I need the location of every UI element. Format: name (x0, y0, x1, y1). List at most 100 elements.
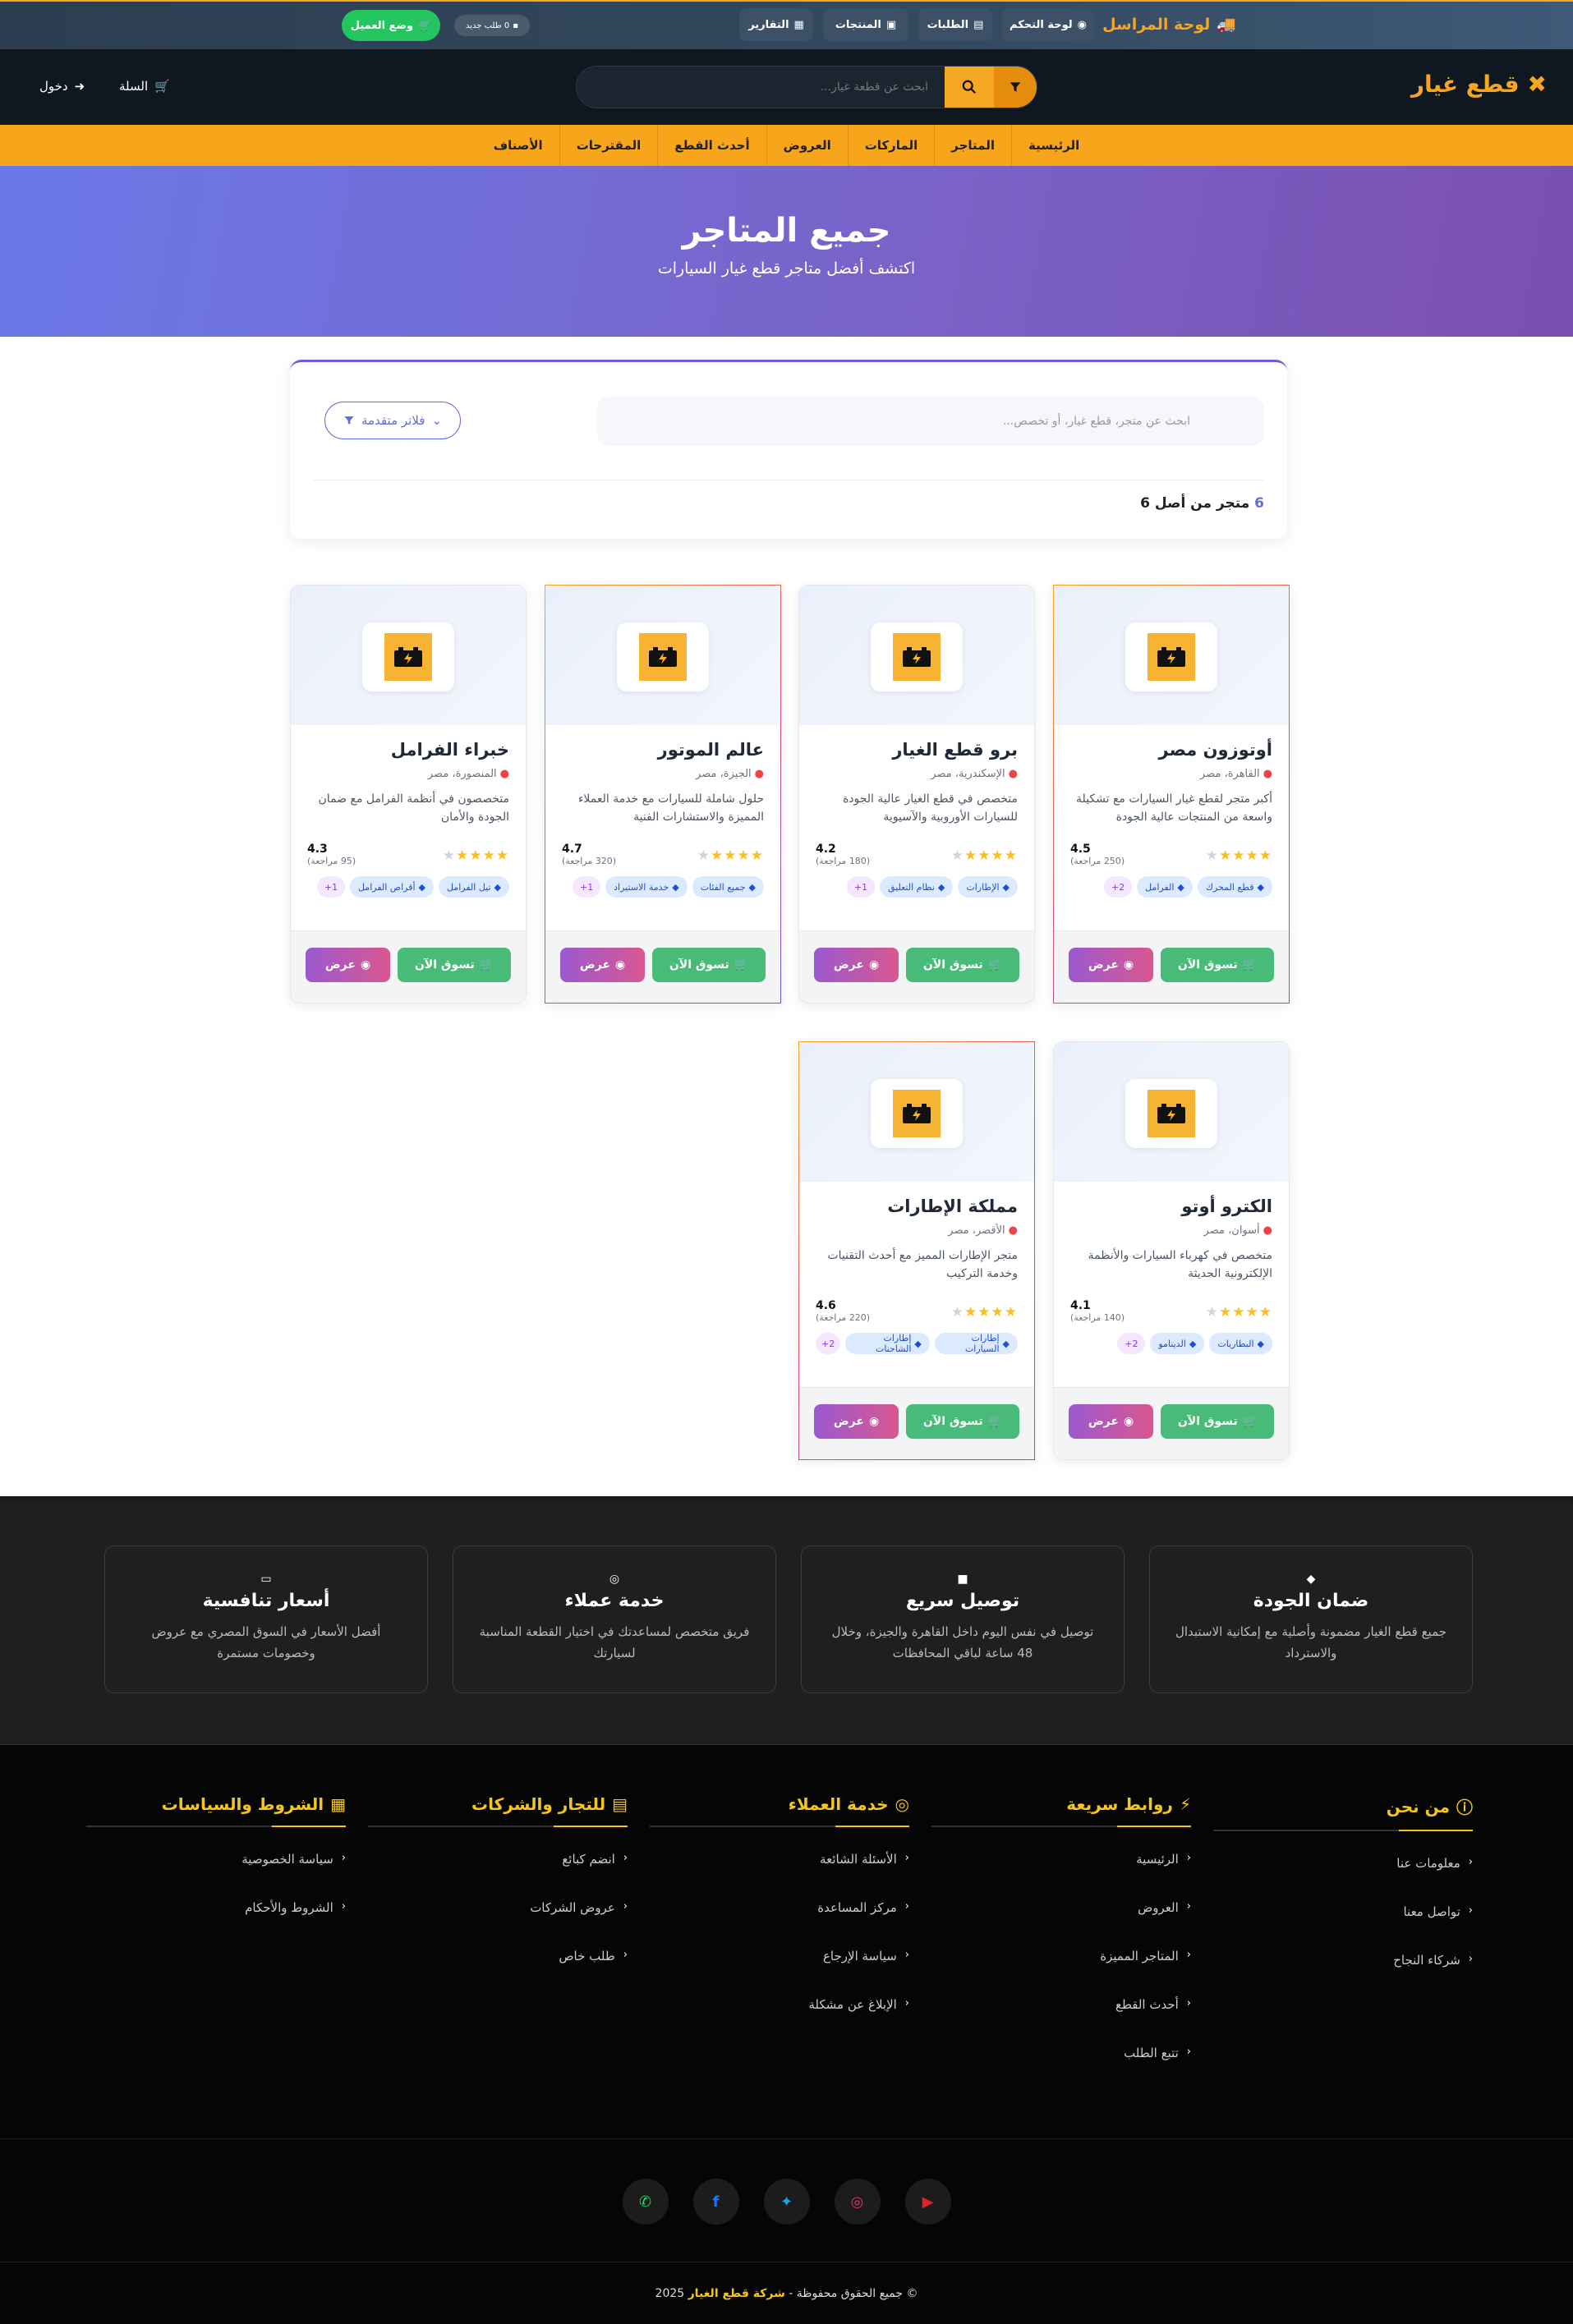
footer-link[interactable]: ‹ مركز المساعدة (650, 1900, 909, 1949)
view-store-button[interactable]: ◉ عرض (1069, 948, 1153, 982)
nav-latest-parts[interactable]: أحدث القطع (657, 125, 766, 166)
shop-now-button[interactable]: 🛒 تسوق الآن (906, 1404, 1019, 1439)
footer-link[interactable]: ‹ سياسة الإرجاع (650, 1949, 909, 1997)
tag-badge[interactable]: ◆ الدينامو (1150, 1333, 1205, 1354)
tag-badge[interactable]: ◆ خدمة الاستيراد (605, 876, 688, 898)
tag-badge[interactable]: ◆ أقراص الفرامل (349, 876, 434, 898)
star-rating: ★★★★★ (951, 847, 1018, 864)
facebook-icon[interactable]: f (692, 2179, 739, 2225)
more-tags-badge[interactable]: 2+ (1104, 876, 1133, 898)
footer-link[interactable]: ‹ شركاء النجاح (1213, 1953, 1473, 2001)
view-store-button[interactable]: ◉ عرض (306, 948, 390, 982)
tag-badge[interactable]: ◆ قطع المحرك (1197, 876, 1272, 898)
advanced-filters-button[interactable]: ⌄ فلاتر متقدمة (324, 402, 461, 439)
tag-badge[interactable]: ◆ نظام التعليق (879, 876, 954, 898)
shop-now-button[interactable]: 🛒 تسوق الآن (1161, 1404, 1274, 1439)
tag-badge[interactable]: ◆ البطاريات (1209, 1333, 1272, 1354)
footer-link[interactable]: ‹ عروض الشركات (368, 1900, 628, 1949)
store-name[interactable]: أوتوزون مصر (1070, 740, 1272, 760)
results-count: 6 متجر من أصل 6 (1140, 495, 1264, 512)
tag-badge[interactable]: ◆ تيل الفرامل (439, 876, 509, 898)
cart-link[interactable]: 🛒 السلة (119, 79, 170, 94)
search-input[interactable] (577, 67, 945, 108)
footer-link[interactable]: ‹ تتبع الطلب (931, 2046, 1191, 2094)
more-tags-badge[interactable]: 2+ (816, 1333, 841, 1354)
store-card[interactable]: مملكة الإطارات ● الأقصر، مصر متجر الإطارا… (798, 1041, 1035, 1460)
twitter-icon[interactable]: ✦ (763, 2179, 810, 2225)
more-tags-badge[interactable]: 1+ (846, 876, 875, 898)
tag-badge[interactable]: ◆ جميع الفئات (692, 876, 764, 898)
tag-icon: ◆ (418, 881, 425, 893)
store-name[interactable]: الكترو أوتو (1070, 1196, 1272, 1216)
nav-categories[interactable]: الأصناف (477, 125, 559, 166)
top-bar: 🚚 لوحة المراسل ◉ لوحة التحكم ▤ الطلبات ▣ ال… (0, 0, 1573, 49)
more-tags-badge[interactable]: 1+ (316, 876, 345, 898)
view-store-button[interactable]: ◉ عرض (560, 948, 645, 982)
store-logo (1125, 622, 1217, 691)
footer-link[interactable]: ‹ الإبلاغ عن مشكلة (650, 1997, 909, 2046)
tag-badge[interactable]: ◆ إطارات السيارات (934, 1333, 1018, 1354)
filter-button[interactable] (994, 67, 1037, 108)
footer-link[interactable]: ‹ تواصل معنا (1213, 1904, 1473, 1953)
store-location: ● الإسكندرية، مصر (931, 768, 1018, 780)
pill-products[interactable]: ▣ المنتجات (823, 8, 908, 41)
store-name[interactable]: خبراء الفرامل (307, 740, 509, 760)
store-card-header (799, 586, 1034, 725)
nav-home[interactable]: الرئيسية (1010, 125, 1096, 166)
view-store-button[interactable]: ◉ عرض (1069, 1404, 1153, 1439)
footer-link[interactable]: ‹ الأسئلة الشائعة (650, 1852, 909, 1900)
instagram-icon[interactable]: ◎ (834, 2179, 881, 2225)
footer-link[interactable]: ‹ المتاجر المميزة (931, 1949, 1191, 1997)
tag-badge[interactable]: ◆ الإطارات (958, 876, 1018, 898)
star-icon: ★ (964, 847, 978, 864)
shop-now-button[interactable]: 🛒 تسوق الآن (1161, 948, 1274, 982)
nav-suggestions[interactable]: المقترحات (559, 125, 658, 166)
site-logo[interactable]: ✖ قطع غيار (1411, 71, 1547, 98)
store-search-input[interactable]: ابحث عن متجر، قطع غيار، أو تخصص... (597, 397, 1264, 446)
copyright: © جميع الحقوق محفوظة - شركة قطع الغيار 2… (0, 2262, 1573, 2324)
view-store-button[interactable]: ◉ عرض (814, 1404, 899, 1439)
pill-dashboard[interactable]: ◉ لوحة التحكم (1002, 8, 1094, 41)
tag-icon: ◆ (914, 1338, 922, 1349)
search-button[interactable] (945, 67, 994, 108)
store-card[interactable]: أوتوزون مصر ● القاهرة، مصر أكبر متجر لقطع… (1053, 585, 1290, 1004)
footer-link[interactable]: ‹ العروض (931, 1900, 1191, 1949)
login-link[interactable]: ➜ دخول (39, 79, 85, 94)
store-name[interactable]: عالم الموتور (562, 740, 764, 760)
rating-value: 4.5 (250 مراجعة) (1070, 843, 1125, 866)
footer-link[interactable]: ‹ الشروط والأحكام (86, 1900, 346, 1949)
footer-link[interactable]: ‹ انضم كبائع (368, 1852, 628, 1900)
youtube-icon[interactable]: ▶ (904, 2179, 951, 2225)
store-card[interactable]: برو قطع الغيار ● الإسكندرية، مصر متخصص في… (798, 585, 1035, 1004)
footer-link[interactable]: ‹ طلب خاص (368, 1949, 628, 1997)
shop-now-button[interactable]: 🛒 تسوق الآن (398, 948, 511, 982)
star-icon: ★ (1258, 847, 1272, 864)
cart-icon: 🛒 (418, 19, 432, 32)
footer-link[interactable]: ‹ الرئيسية (931, 1852, 1191, 1900)
footer-link[interactable]: ‹ معلومات عنا (1213, 1856, 1473, 1904)
new-requests-badge[interactable]: ▪ 0 طلب جديد (454, 15, 530, 36)
pill-reports[interactable]: ▦ التقارير (739, 8, 813, 41)
store-card[interactable]: خبراء الفرامل ● المنصورة، مصر متخصصون في … (290, 585, 527, 1004)
store-name[interactable]: برو قطع الغيار (816, 740, 1018, 760)
store-card[interactable]: عالم الموتور ● الجيزة، مصر حلول شاملة للس… (545, 585, 781, 1004)
dashboard-brand[interactable]: 🚚 لوحة المراسل (1102, 15, 1236, 34)
rating-value: 4.1 (140 مراجعة) (1070, 1299, 1125, 1323)
view-store-button[interactable]: ◉ عرض (814, 948, 899, 982)
shop-now-button[interactable]: 🛒 تسوق الآن (652, 948, 766, 982)
pill-orders[interactable]: ▤ الطلبات (918, 8, 992, 41)
more-tags-badge[interactable]: 1+ (573, 876, 601, 898)
nav-brands[interactable]: الماركات (847, 125, 935, 166)
work-mode-button[interactable]: 🛒 وضع العميل (342, 10, 440, 41)
store-name[interactable]: مملكة الإطارات (816, 1196, 1018, 1216)
shop-now-button[interactable]: 🛒 تسوق الآن (906, 948, 1019, 982)
more-tags-badge[interactable]: 2+ (1117, 1333, 1146, 1354)
tag-badge[interactable]: ◆ إطارات الشاحنات (845, 1333, 930, 1354)
nav-stores[interactable]: المتاجر (934, 125, 1011, 166)
footer-link[interactable]: ‹ سياسة الخصوصية (86, 1852, 346, 1900)
nav-offers[interactable]: العروض (766, 125, 848, 166)
whatsapp-icon[interactable]: ✆ (622, 2179, 669, 2225)
tag-badge[interactable]: ◆ الفرامل (1137, 876, 1193, 898)
footer-link[interactable]: ‹ أحدث القطع (931, 1997, 1191, 2046)
store-card[interactable]: الكترو أوتو ● أسوان، مصر متخصص في كهرباء … (1053, 1041, 1290, 1460)
